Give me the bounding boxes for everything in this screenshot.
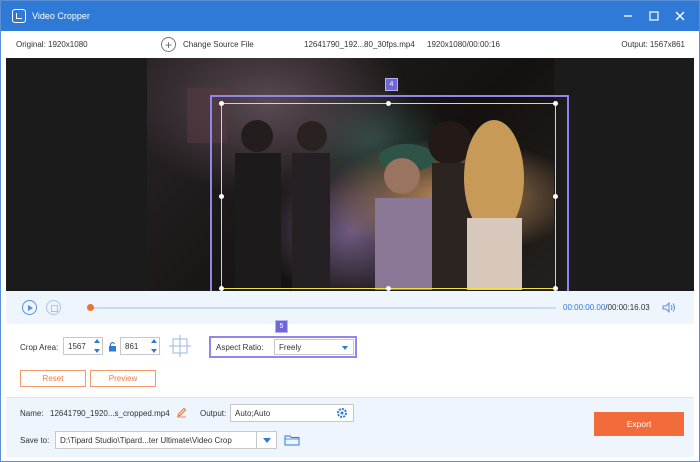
stepper-down-arrow[interactable] bbox=[150, 349, 157, 353]
change-source-button[interactable]: + Change Source File bbox=[161, 37, 254, 52]
crop-handle-top-right[interactable] bbox=[553, 101, 558, 106]
folder-icon[interactable] bbox=[284, 434, 300, 446]
crop-controls: Crop Area: 1567 861 Aspect Ratio: Freely… bbox=[6, 320, 694, 397]
output-file-name: 12641790_1920...s_cropped.mp4 bbox=[50, 409, 170, 418]
source-file-name: 12641790_192...80_30fps.mp4 bbox=[304, 40, 415, 49]
export-button[interactable]: Export bbox=[594, 412, 684, 436]
crop-height-value: 861 bbox=[125, 341, 139, 351]
preview-button[interactable]: Preview bbox=[90, 370, 156, 387]
timeline-thumb[interactable] bbox=[87, 304, 94, 311]
chevron-down-icon bbox=[342, 346, 348, 350]
stepper-arrows bbox=[150, 339, 157, 353]
stepper-arrows bbox=[93, 339, 100, 353]
stepper-down-arrow[interactable] bbox=[93, 349, 100, 353]
close-icon bbox=[675, 11, 685, 21]
stepper-up-arrow[interactable] bbox=[93, 339, 100, 343]
crop-area-label: Crop Area: bbox=[20, 343, 59, 352]
output-format-value: Auto;Auto bbox=[235, 408, 271, 418]
aspect-ratio-value: Freely bbox=[279, 342, 302, 352]
center-crop-icon[interactable] bbox=[169, 335, 191, 357]
playback-time: 00:00:00.00/00:00:16.03 bbox=[563, 303, 650, 312]
window-title: Video Cropper bbox=[32, 11, 90, 21]
current-time: 00:00:00.00 bbox=[563, 303, 606, 312]
source-file-resolution: 1920x1080/00:00:16 bbox=[427, 40, 500, 49]
crop-handle-top[interactable] bbox=[386, 101, 391, 106]
output-resolution: Output: 1567x861 bbox=[621, 40, 685, 49]
app-logo-icon bbox=[12, 9, 26, 23]
volume-icon[interactable] bbox=[662, 302, 676, 313]
gear-icon[interactable] bbox=[336, 407, 348, 419]
crop-width-stepper[interactable]: 1567 bbox=[63, 337, 103, 355]
output-settings-panel: Name: 12641790_1920...s_cropped.mp4 Outp… bbox=[6, 397, 694, 457]
step-badge-aspect: 5 bbox=[275, 320, 288, 333]
reset-button[interactable]: Reset bbox=[20, 370, 86, 387]
maximize-icon bbox=[649, 11, 659, 21]
minimize-button[interactable] bbox=[615, 1, 641, 31]
aspect-ratio-select[interactable]: Freely bbox=[274, 339, 354, 355]
crop-handle-right[interactable] bbox=[553, 194, 558, 199]
save-path-dropdown[interactable] bbox=[256, 432, 276, 448]
aspect-ratio-label: Aspect Ratio: bbox=[216, 343, 264, 352]
close-button[interactable] bbox=[667, 1, 693, 31]
maximize-button[interactable] bbox=[641, 1, 667, 31]
title-bar: Video Cropper bbox=[1, 1, 699, 31]
crop-width-value: 1567 bbox=[68, 341, 86, 351]
lock-aspect-icon[interactable] bbox=[108, 341, 117, 352]
info-bar: Original: 1920x1080 + Change Source File… bbox=[1, 31, 699, 58]
save-path-field[interactable]: D:\Tipard Studio\Tipard...ter Ultimate\V… bbox=[55, 431, 277, 449]
video-preview-stage: 4 bbox=[6, 58, 694, 301]
edit-name-icon[interactable] bbox=[176, 407, 187, 418]
stepper-up-arrow[interactable] bbox=[150, 339, 157, 343]
window-controls bbox=[615, 1, 693, 31]
original-resolution: Original: 1920x1080 bbox=[16, 40, 88, 49]
total-time: /00:00:16.03 bbox=[605, 303, 650, 312]
crop-handle-left[interactable] bbox=[219, 194, 224, 199]
output-format-label: Output: bbox=[200, 409, 227, 418]
playback-bar: 00:00:00.00/00:00:16.03 bbox=[6, 291, 694, 324]
crop-handle-top-left[interactable] bbox=[219, 101, 224, 106]
step-badge-crop: 4 bbox=[385, 78, 398, 91]
add-circle-icon: + bbox=[161, 37, 176, 52]
change-source-label: Change Source File bbox=[183, 40, 254, 49]
save-path-value: D:\Tipard Studio\Tipard...ter Ultimate\V… bbox=[60, 435, 232, 445]
stop-button[interactable] bbox=[46, 300, 61, 315]
video-cropper-window: Video Cropper Original: 1920x1080 + Chan… bbox=[0, 0, 700, 462]
save-to-label: Save to: bbox=[20, 436, 50, 445]
minimize-icon bbox=[624, 15, 632, 17]
aspect-ratio-highlight: Aspect Ratio: Freely bbox=[209, 336, 357, 358]
crop-height-stepper[interactable]: 861 bbox=[120, 337, 160, 355]
name-label: Name: bbox=[20, 409, 44, 418]
crop-selection-box[interactable] bbox=[221, 103, 556, 289]
timeline-track[interactable] bbox=[90, 307, 556, 309]
play-button[interactable] bbox=[22, 300, 37, 315]
